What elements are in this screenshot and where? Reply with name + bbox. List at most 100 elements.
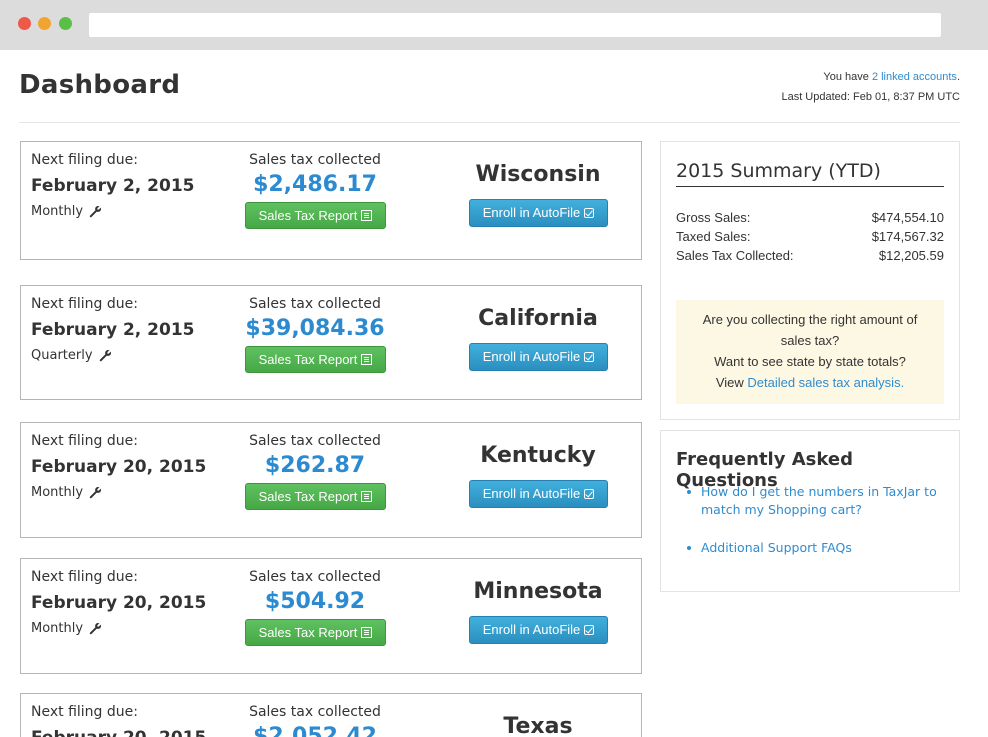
faq-item: Additional Support FAQs: [687, 539, 937, 557]
sales-tax-report-button[interactable]: Sales Tax Report: [245, 619, 386, 646]
summary-value: $174,567.32: [871, 229, 944, 244]
state-name: California: [478, 306, 598, 331]
state-name: Kentucky: [480, 443, 596, 468]
summary-label: Gross Sales:: [676, 210, 751, 225]
enroll-autofile-button[interactable]: Enroll in AutoFile: [469, 480, 608, 508]
list-icon: [361, 491, 373, 502]
callout-view-text: View: [715, 375, 748, 390]
faq-list: How do I get the numbers in TaxJar to ma…: [687, 483, 937, 557]
summary-table: Gross Sales: $474,554.10 Taxed Sales: $174…: [676, 208, 944, 265]
faq-link-support[interactable]: Additional Support FAQs: [701, 540, 852, 555]
autofile-button-label: Enroll in AutoFile: [482, 205, 581, 220]
due-date: February 20, 2015: [31, 593, 207, 613]
frequency-label: Monthly: [31, 485, 84, 500]
wrench-icon[interactable]: [89, 486, 102, 499]
checkbox-icon: [584, 208, 595, 218]
next-filing-label: Next filing due:: [31, 433, 138, 449]
report-button-label: Sales Tax Report: [258, 625, 358, 640]
autofile-button-label: Enroll in AutoFile: [482, 622, 581, 637]
callout-line-3: Want to see state by state totals?: [714, 354, 906, 369]
sales-tax-report-button[interactable]: Sales Tax Report: [245, 202, 386, 229]
callout-line-2: sales tax?: [780, 333, 840, 348]
summary-row: Sales Tax Collected: $12,205.59: [676, 246, 944, 265]
frequency-label: Quarterly: [31, 348, 93, 363]
sales-tax-collected-label: Sales tax collected: [249, 296, 381, 312]
next-filing-label: Next filing due:: [31, 296, 138, 312]
sales-tax-collected-label: Sales tax collected: [249, 704, 381, 720]
detailed-analysis-link[interactable]: Detailed sales tax analysis.: [747, 375, 904, 390]
autofile-button-label: Enroll in AutoFile: [482, 486, 581, 501]
filing-frequency: Monthly: [31, 204, 194, 219]
last-updated: Last Updated: Feb 01, 8:37 PM UTC: [781, 91, 960, 103]
linked-prefix: You have: [823, 71, 872, 83]
minimize-window-dot[interactable]: [38, 17, 51, 30]
callout-line-1: Are you collecting the right amount of: [702, 312, 918, 327]
sales-tax-collected-label: Sales tax collected: [249, 433, 381, 449]
linked-suffix: .: [956, 71, 960, 83]
analysis-callout: Are you collecting the right amount of s…: [676, 300, 944, 404]
page-title: Dashboard: [19, 70, 181, 100]
tax-amount: $262.87: [264, 453, 366, 478]
next-filing-label: Next filing due:: [31, 152, 138, 168]
faq-link-numbers[interactable]: How do I get the numbers in TaxJar to ma…: [701, 484, 937, 517]
frequency-label: Monthly: [31, 204, 84, 219]
checkbox-icon: [584, 489, 595, 499]
autofile-button-label: Enroll in AutoFile: [482, 349, 581, 364]
linked-accounts-line: You have 2 linked accounts.: [781, 67, 960, 87]
tax-amount: $504.92: [264, 589, 366, 614]
tax-amount: $2,486.17: [253, 172, 377, 197]
browser-chrome: [0, 0, 988, 50]
summary-value: $474,554.10: [871, 210, 944, 225]
filing-frequency: Quarterly: [31, 348, 194, 363]
enroll-autofile-button[interactable]: Enroll in AutoFile: [469, 343, 608, 371]
wrench-icon[interactable]: [99, 349, 112, 362]
filing-card: Next filing due: February 20, 2015 Month…: [20, 558, 642, 674]
frequency-label: Monthly: [31, 621, 84, 636]
due-date: February 20, 2015: [31, 728, 206, 737]
summary-row: Taxed Sales: $174,567.32: [676, 227, 944, 246]
summary-label: Taxed Sales:: [676, 229, 751, 244]
header-divider: [19, 122, 960, 123]
faq-item: How do I get the numbers in TaxJar to ma…: [687, 483, 937, 519]
next-filing-label: Next filing due:: [31, 704, 138, 720]
callout-line-4: View Detailed sales tax analysis.: [676, 372, 944, 393]
address-bar[interactable]: [89, 13, 941, 37]
due-date: February 2, 2015: [31, 176, 195, 196]
due-date: February 20, 2015: [31, 457, 207, 477]
state-name: Texas: [503, 714, 573, 737]
report-button-label: Sales Tax Report: [258, 352, 358, 367]
report-button-label: Sales Tax Report: [258, 489, 358, 504]
maximize-window-dot[interactable]: [59, 17, 72, 30]
linked-accounts-link[interactable]: 2 linked accounts: [872, 71, 957, 83]
next-filing-label: Next filing due:: [31, 569, 138, 585]
list-icon: [361, 354, 373, 365]
sales-tax-report-button[interactable]: Sales Tax Report: [245, 483, 386, 510]
wrench-icon[interactable]: [89, 622, 102, 635]
checkbox-icon: [584, 625, 595, 635]
state-name: Wisconsin: [475, 162, 601, 187]
sales-tax-report-button[interactable]: Sales Tax Report: [245, 346, 386, 373]
summary-value: $12,205.59: [878, 248, 944, 263]
account-info: You have 2 linked accounts. Last Updated…: [781, 67, 960, 107]
list-icon: [361, 210, 373, 221]
sales-tax-collected-label: Sales tax collected: [249, 152, 381, 168]
checkbox-icon: [584, 352, 595, 362]
filing-frequency: Monthly: [31, 485, 206, 500]
close-window-dot[interactable]: [18, 17, 31, 30]
report-button-label: Sales Tax Report: [258, 208, 358, 223]
wrench-icon[interactable]: [89, 205, 102, 218]
summary-row: Gross Sales: $474,554.10: [676, 208, 944, 227]
tax-amount: $2,052.42: [253, 724, 377, 737]
filing-frequency: Monthly: [31, 621, 206, 636]
state-name: Minnesota: [473, 579, 603, 604]
list-icon: [361, 627, 373, 638]
filing-card: Next filing due: February 20, 2015 Sales…: [20, 693, 642, 737]
enroll-autofile-button[interactable]: Enroll in AutoFile: [469, 199, 608, 227]
faq-panel: Frequently Asked Questions How do I get …: [660, 430, 960, 592]
due-date: February 2, 2015: [31, 320, 195, 340]
filing-card: Next filing due: February 2, 2015 Quarte…: [20, 285, 642, 400]
filing-card: Next filing due: February 20, 2015 Month…: [20, 422, 642, 538]
enroll-autofile-button[interactable]: Enroll in AutoFile: [469, 616, 608, 644]
summary-panel: 2015 Summary (YTD) Gross Sales: $474,554.…: [660, 141, 960, 420]
summary-title: 2015 Summary (YTD): [676, 160, 944, 187]
